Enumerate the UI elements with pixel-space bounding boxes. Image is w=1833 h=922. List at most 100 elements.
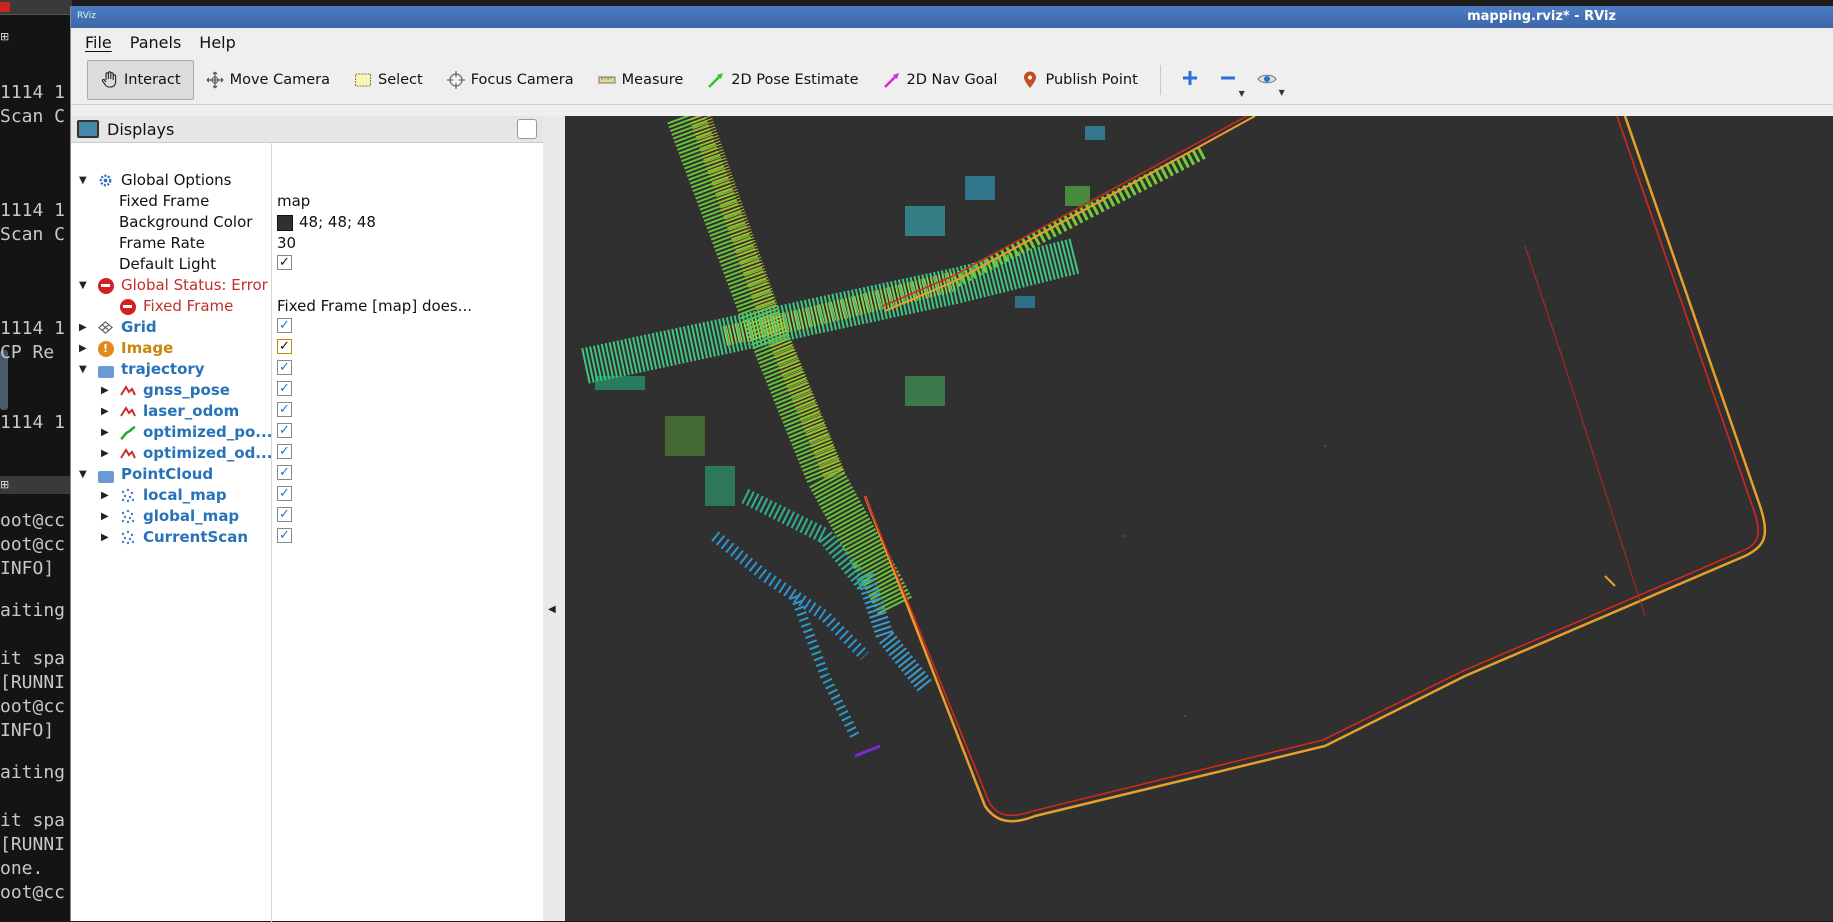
tree-row-optimized-odom[interactable]: ▶ optimized_od... <box>71 441 543 464</box>
tree-row-global-map[interactable]: ▶ global_map <box>71 504 543 527</box>
fixed-frame-value[interactable]: map <box>277 191 310 212</box>
terminal-line: oot@cc <box>0 534 66 555</box>
terminal-line: 1114 1 <box>0 412 66 433</box>
tree-row-trajectory[interactable]: ▼ trajectory <box>71 357 543 380</box>
tree-row-global-status[interactable]: ▼ Global Status: Error <box>71 275 543 296</box>
remove-tool-icon[interactable]: ▼ <box>1209 69 1247 98</box>
map-pin-icon <box>1021 71 1039 89</box>
expand-arrow-icon[interactable]: ▼ <box>79 275 87 296</box>
add-tool-icon[interactable] <box>1171 69 1209 92</box>
tree-label: Global Status: Error <box>121 276 268 294</box>
image-checkbox[interactable] <box>277 336 292 357</box>
focus-camera-tool-button[interactable]: Focus Camera <box>435 61 586 99</box>
tree-row-global-options[interactable]: ▼ Global Options <box>71 170 543 191</box>
tree-row-background-color[interactable]: Background Color 48; 48; 48 <box>71 212 543 233</box>
folder-icon <box>97 361 114 378</box>
tree-row-image[interactable]: ▶ ! Image <box>71 336 543 359</box>
background-color-value[interactable]: 48; 48; 48 <box>277 212 376 233</box>
path-icon <box>119 403 136 420</box>
menu-file[interactable]: File <box>85 33 112 52</box>
nav-arrow-icon <box>883 71 901 89</box>
collapse-arrow-icon[interactable]: ▶ <box>101 443 109 464</box>
3d-render-view[interactable] <box>565 116 1833 921</box>
2d-pose-estimate-tool-button[interactable]: 2D Pose Estimate <box>695 61 870 99</box>
eye-caret-icon[interactable]: ▼ <box>1279 88 1285 97</box>
local-map-checkbox[interactable] <box>277 483 292 504</box>
panel-splitter[interactable]: ◀ <box>543 116 566 921</box>
currentscan-checkbox[interactable] <box>277 525 292 546</box>
measure-tool-button[interactable]: Measure <box>586 61 696 99</box>
tree-row-gnss-pose[interactable]: ▶ gnss_pose <box>71 378 543 401</box>
terminal-line: aiting <box>0 762 66 783</box>
tree-row-fixed-frame-error[interactable]: Fixed Frame Fixed Frame [map] does... <box>71 296 543 317</box>
terminal-line: it spa <box>0 810 66 831</box>
optimized-odom-checkbox[interactable] <box>277 441 292 462</box>
pointcloud-road-segments <box>581 116 1209 739</box>
optimized-pose-checkbox[interactable] <box>277 420 292 441</box>
collapse-panel-arrow-icon[interactable]: ◀ <box>548 604 556 615</box>
interact-tool-button[interactable]: Interact <box>87 60 194 100</box>
expand-arrow-icon[interactable]: ▼ <box>79 170 87 191</box>
terminal-line: CP Re <box>0 342 55 363</box>
collapse-arrow-icon[interactable]: ▶ <box>101 506 109 527</box>
collapse-arrow-icon[interactable]: ▶ <box>79 338 87 359</box>
focus-camera-tool-label: Focus Camera <box>470 72 574 88</box>
collapse-arrow-icon[interactable]: ▶ <box>101 401 109 422</box>
menu-bar: File Panels Help <box>71 28 1833 56</box>
eye-icon[interactable]: ▼ <box>1247 70 1287 97</box>
tree-label: Grid <box>121 318 157 336</box>
global-map-checkbox[interactable] <box>277 504 292 525</box>
tree-label: Fixed Frame <box>143 297 234 315</box>
expand-arrow-icon[interactable]: ▼ <box>79 359 87 380</box>
grid-checkbox[interactable] <box>277 315 292 336</box>
rviz-window: RViz mapping.rviz* - RViz File Panels He… <box>70 6 1833 922</box>
collapse-arrow-icon[interactable]: ▶ <box>101 527 109 548</box>
2d-nav-goal-tool-button[interactable]: 2D Nav Goal <box>871 61 1010 99</box>
2d-nav-goal-tool-label: 2D Nav Goal <box>906 72 998 88</box>
tree-row-frame-rate[interactable]: Frame Rate 30 <box>71 233 543 254</box>
laser-odom-checkbox[interactable] <box>277 399 292 420</box>
collapse-arrow-icon[interactable]: ▶ <box>101 485 109 506</box>
tree-row-default-light[interactable]: Default Light <box>71 252 543 275</box>
terminal-line: Scan C <box>0 224 66 245</box>
move-camera-tool-button[interactable]: Move Camera <box>194 61 342 99</box>
gnss-pose-checkbox[interactable] <box>277 378 292 399</box>
tree-row-optimized-pose[interactable]: ▶ optimized_po... <box>71 420 543 443</box>
terminal-close-icon[interactable] <box>0 2 10 12</box>
menu-panels[interactable]: Panels <box>130 33 182 52</box>
remove-tool-caret-icon[interactable]: ▼ <box>1239 89 1245 98</box>
default-light-checkbox[interactable] <box>277 252 292 273</box>
select-tool-label: Select <box>377 72 423 88</box>
collapse-arrow-icon[interactable]: ▶ <box>101 422 109 443</box>
pointcloud-icon <box>119 508 136 525</box>
collapse-arrow-icon[interactable]: ▶ <box>101 380 109 401</box>
tree-row-laser-odom[interactable]: ▶ laser_odom <box>71 399 543 422</box>
warning-icon: ! <box>97 340 114 357</box>
tree-row-currentscan[interactable]: ▶ CurrentScan <box>71 525 543 548</box>
trajectory-checkbox[interactable] <box>277 357 292 378</box>
collapse-arrow-icon[interactable]: ▶ <box>79 317 87 338</box>
grid-icon <box>97 319 114 336</box>
window-titlebar[interactable]: RViz mapping.rviz* - RViz <box>71 6 1833 28</box>
tree-row-local-map[interactable]: ▶ local_map <box>71 483 543 506</box>
tree-label: PointCloud <box>121 465 214 483</box>
select-tool-button[interactable]: Select <box>342 61 435 99</box>
terminal-pin-icon-2: ⊞ <box>0 478 10 491</box>
tree-label: trajectory <box>121 360 205 378</box>
menu-help[interactable]: Help <box>199 33 235 52</box>
terminal-line: oot@cc <box>0 882 66 903</box>
publish-point-tool-button[interactable]: Publish Point <box>1009 61 1149 99</box>
folder-icon <box>97 466 114 483</box>
tree-row-fixed-frame[interactable]: Fixed Frame map <box>71 191 543 212</box>
undock-button[interactable] <box>517 119 537 139</box>
focus-camera-icon <box>446 71 465 89</box>
tree-row-grid[interactable]: ▶ Grid <box>71 315 543 338</box>
pointcloud-checkbox[interactable] <box>277 462 292 483</box>
tree-label: gnss_pose <box>143 381 230 399</box>
tree-row-pointcloud[interactable]: ▼ PointCloud <box>71 462 543 485</box>
terminal-line: 1114 1 <box>0 200 66 221</box>
terminal-line: INFO] <box>0 558 55 579</box>
expand-arrow-icon[interactable]: ▼ <box>79 464 87 485</box>
frame-rate-value[interactable]: 30 <box>277 233 296 254</box>
color-swatch <box>277 214 293 231</box>
